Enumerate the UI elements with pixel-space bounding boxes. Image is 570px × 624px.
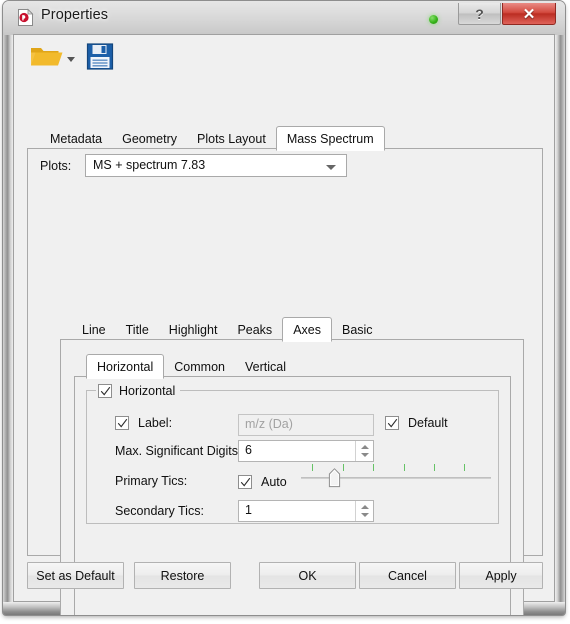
tabstrip-level2: Line Title Highlight Peaks Axes Basic [72,317,383,342]
primary-tics-slider[interactable] [301,464,491,492]
tabpage-mass-spectrum: Plots: MS + spectrum 7.83 Line Title Hig… [27,148,543,615]
tab-horizontal[interactable]: Horizontal [86,354,165,379]
client-area: Metadata Geometry Plots Layout Mass Spec… [13,34,555,615]
apply-button[interactable]: Apply [459,562,543,589]
secondary-tics-value: 1 [245,503,252,517]
tab-plots-layout[interactable]: Plots Layout [187,128,276,150]
tab-basic[interactable]: Basic [332,319,383,341]
tab-vertical[interactable]: Vertical [235,356,296,378]
tab-common[interactable]: Common [164,356,235,378]
tab-title[interactable]: Title [116,319,159,341]
plots-label: Plots: [40,159,72,173]
horizontal-groupbox-title: Horizontal [119,384,176,398]
plots-combobox-value: MS + spectrum 7.83 [93,158,206,172]
restore-button[interactable]: Restore [134,562,231,589]
cancel-button[interactable]: Cancel [359,562,456,589]
screenshot-root: Properties ? ✕ Metadata Geometry Plots L… [0,0,570,624]
slider-tick [403,464,405,471]
label-default-text: Default [408,416,448,430]
window-frame: Properties ? ✕ Metadata Geometry Plots L… [3,1,565,615]
horizontal-groupbox: Horizontal Label: m/z (Da) Default Max. … [86,382,499,524]
title-bar: Properties ? ✕ [3,1,565,34]
help-button[interactable]: ? [458,3,501,25]
horizontal-enable-checkbox[interactable] [98,384,112,398]
slider-tick [434,464,435,471]
axis-label-input-value: m/z (Da) [245,417,293,431]
label-row-label: Label: [138,416,173,430]
tab-geometry[interactable]: Geometry [112,128,187,150]
window-title: Properties [41,7,109,23]
axis-label-input[interactable]: m/z (Da) [238,414,374,436]
slider-tick [342,464,344,471]
primary-tics-auto-checkbox[interactable] [238,475,252,489]
label-enable-checkbox[interactable] [115,416,129,430]
close-button[interactable]: ✕ [502,3,556,25]
spinner-down-icon[interactable] [361,453,369,457]
open-folder-icon[interactable] [29,43,63,71]
secondary-tics-spin-buttons[interactable] [355,501,373,521]
slider-tick [312,464,314,471]
max-significant-digits-spinner[interactable]: 6 [238,440,374,462]
slider-tick [464,464,466,471]
primary-tics-label: Primary Tics: [115,474,188,488]
primary-tics-auto-row: Auto [238,475,287,489]
chevron-down-icon[interactable] [67,57,75,62]
default-label-row: Default [385,416,448,430]
horizontal-groupbox-header: Horizontal [96,382,181,400]
tab-line[interactable]: Line [72,319,116,341]
plots-combobox[interactable]: MS + spectrum 7.83 [85,154,347,177]
app-document-red-icon [17,8,34,27]
tab-metadata[interactable]: Metadata [40,128,112,150]
ok-button[interactable]: OK [259,562,356,589]
primary-tics-auto-label: Auto [261,475,287,489]
max-significant-digits-label: Max. Significant Digits: [115,444,242,458]
window-controls: ? ✕ [458,3,556,25]
slider-thumb[interactable] [328,468,341,488]
secondary-tics-spinner[interactable]: 1 [238,500,374,522]
toolbar [14,35,554,80]
dialog-button-bar: Set as Default Restore OK Cancel Apply [14,554,554,601]
tab-peaks[interactable]: Peaks [227,319,282,341]
max-significant-digits-value: 6 [245,443,252,457]
tab-mass-spectrum[interactable]: Mass Spectrum [275,126,385,151]
secondary-tics-label: Secondary Tics: [115,504,204,518]
spinner-up-icon[interactable] [361,505,369,509]
tabstrip-level1: Metadata Geometry Plots Layout Mass Spec… [40,126,385,151]
frame-right-edge [555,35,565,603]
max-significant-digits-spin-buttons[interactable] [355,441,373,461]
spinner-down-icon[interactable] [361,513,369,517]
tabstrip-level3: Horizontal Common Vertical [86,354,296,379]
chevron-down-icon[interactable] [326,165,336,170]
tab-highlight[interactable]: Highlight [159,319,228,341]
frame-left-edge [3,35,13,603]
label-default-checkbox[interactable] [385,416,399,430]
slider-tick [373,464,375,471]
floppy-disk-save-icon[interactable] [86,42,114,71]
label-row: Label: [115,416,172,430]
tab-axes[interactable]: Axes [282,317,332,342]
set-as-default-button[interactable]: Set as Default [27,562,124,589]
status-indicator-dot [429,15,438,24]
spinner-up-icon[interactable] [361,445,369,449]
